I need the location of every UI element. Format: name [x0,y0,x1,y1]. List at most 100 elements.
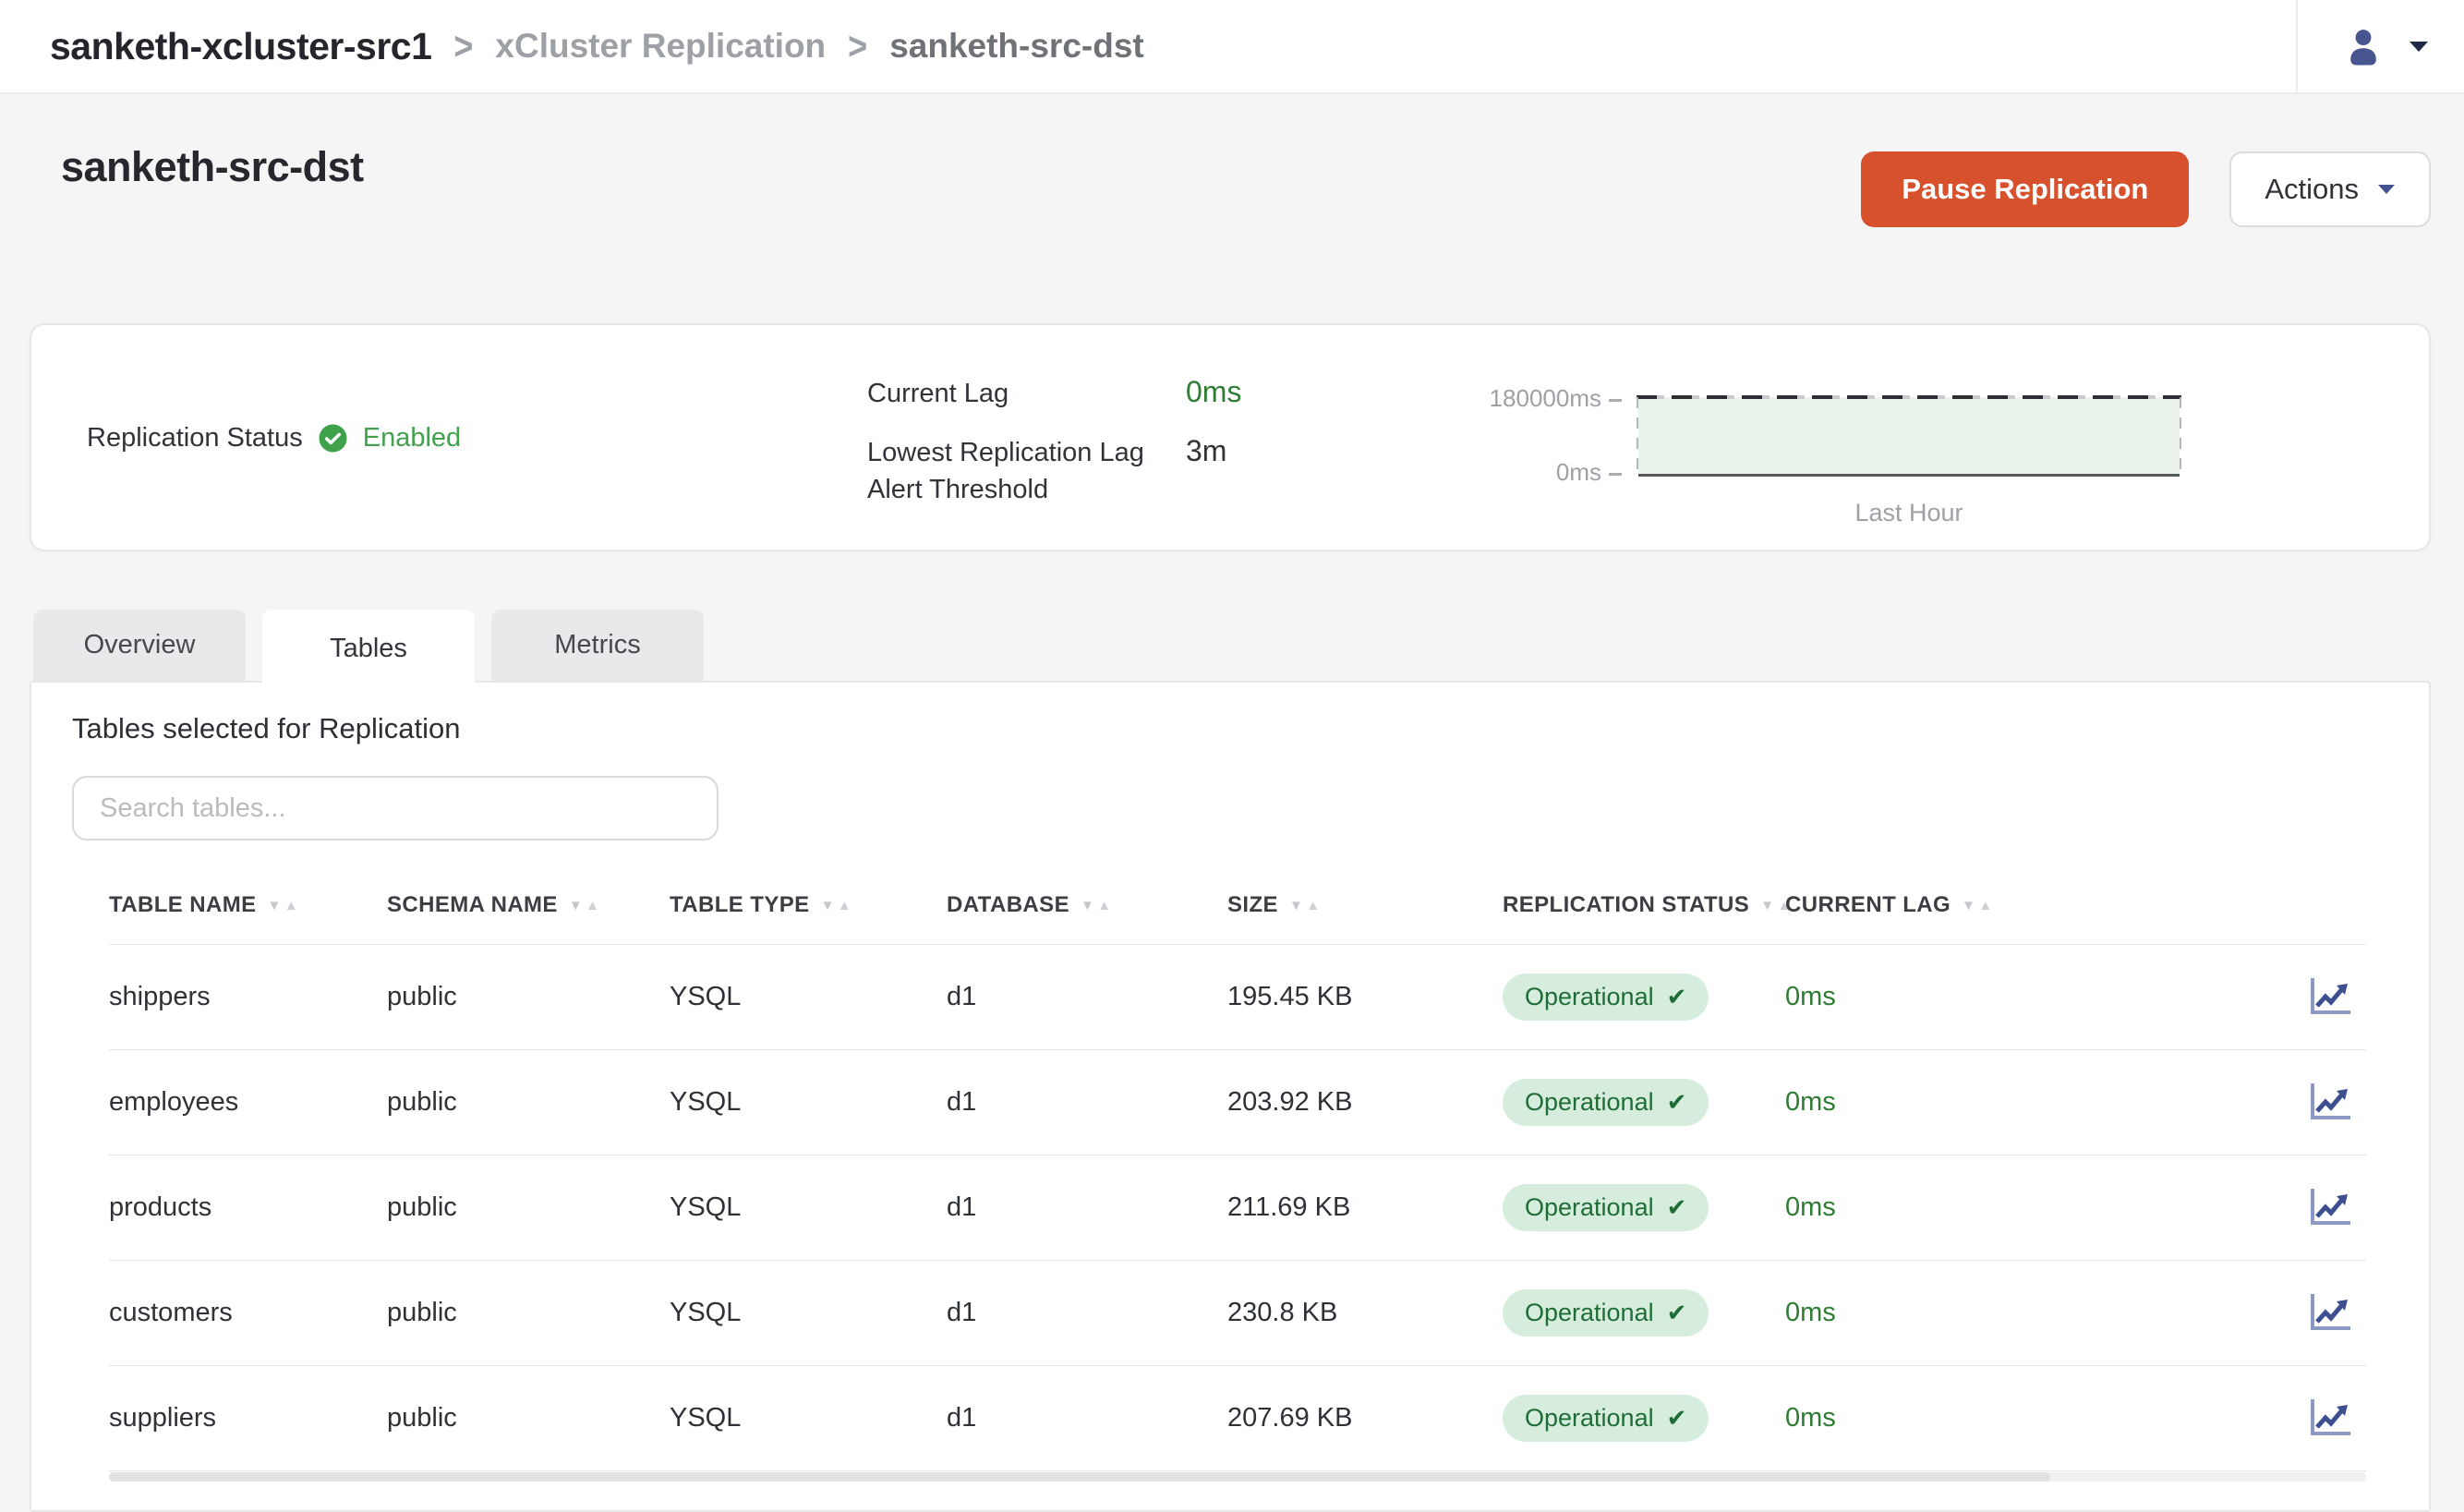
cell-schema-name: public [387,1403,670,1433]
cell-database: d1 [947,1192,1227,1223]
table-row-products: products public YSQL d1 211.69 KB Operat… [109,1155,2366,1261]
axis-tick [1609,399,1622,402]
replication-status-row: Replication Status Enabled [87,423,461,454]
cell-current-lag: 0ms [1785,1192,2194,1223]
badge-check-icon: ✔ [1667,1299,1687,1327]
scrollbar-thumb[interactable] [109,1472,2050,1482]
lag-series-line [1638,474,2180,477]
cell-table-type: YSQL [670,982,947,1012]
sort-icon[interactable]: ▼▲ [268,898,299,913]
column-header-table-name[interactable]: TABLE NAME ▼▲ [109,892,387,918]
cell-database: d1 [947,1403,1227,1433]
cell-database: d1 [947,982,1227,1012]
cell-schema-name: public [387,982,670,1012]
status-badge: Operational✔ [1503,1079,1709,1126]
lag-graph-icon[interactable] [2305,976,2366,1019]
lag-threshold-label: Lowest Replication Lag Alert Threshold [867,434,1144,508]
table-row-shippers: shippers public YSQL d1 195.45 KB Operat… [109,945,2366,1050]
column-header-database[interactable]: DATABASE ▼▲ [947,892,1227,918]
table-row-suppliers: suppliers public YSQL d1 207.69 KB Opera… [109,1366,2366,1471]
page-actions: Pause Replication Actions [1861,151,2431,227]
cell-table-name: suppliers [109,1403,387,1433]
breadcrumb-current-page: sanketh-src-dst [889,27,1144,66]
tab-metrics[interactable]: Metrics [491,610,704,681]
breadcrumb: sanketh-xcluster-src1 > xCluster Replica… [50,25,2296,68]
cell-table-name: products [109,1192,387,1223]
tables-panel: Tables selected for Replication TABLE NA… [30,681,2431,1512]
plot-border-left [1637,397,1638,476]
page-title: sanketh-src-dst [61,143,364,191]
breadcrumb-xcluster-link[interactable]: xCluster Replication [495,27,826,66]
tab-tables[interactable]: Tables [262,610,475,687]
cell-table-type: YSQL [670,1087,947,1118]
axis-tick [1609,473,1622,476]
search-tables-input[interactable] [72,776,719,841]
cell-schema-name: public [387,1298,670,1328]
cell-database: d1 [947,1087,1227,1118]
status-badge: Operational✔ [1503,1184,1709,1231]
column-header-schema-name[interactable]: SCHEMA NAME ▼▲ [387,892,670,918]
cell-current-lag: 0ms [1785,1087,2194,1118]
replication-tables-table: TABLE NAME ▼▲ SCHEMA NAME ▼▲ TABLE TYPE … [109,866,2366,1482]
cell-table-name: shippers [109,982,387,1012]
sort-icon[interactable]: ▼▲ [821,898,852,913]
user-profile-icon[interactable] [2342,25,2385,67]
column-header-current-lag[interactable]: CURRENT LAG ▼▲ [1785,892,2194,918]
enabled-check-icon [318,423,348,454]
column-header-size[interactable]: SIZE ▼▲ [1227,892,1503,918]
user-menu-area [2296,0,2429,92]
tab-overview[interactable]: Overview [33,610,246,681]
top-navigation-bar: sanketh-xcluster-src1 > xCluster Replica… [0,0,2464,94]
cell-size: 230.8 KB [1227,1298,1503,1328]
status-badge: Operational✔ [1503,1289,1709,1337]
cell-size: 195.45 KB [1227,982,1503,1012]
horizontal-scrollbar[interactable] [109,1472,2366,1482]
tab-bar: Overview Tables Metrics [33,610,704,687]
column-header-replication-status[interactable]: REPLICATION STATUS ▼▲ [1503,892,1785,918]
cell-size: 207.69 KB [1227,1403,1503,1433]
cell-current-lag: 0ms [1785,1403,2194,1433]
table-row-employees: employees public YSQL d1 203.92 KB Opera… [109,1050,2366,1155]
lag-graph-icon[interactable] [2305,1397,2366,1440]
breadcrumb-separator-icon: > [453,24,473,68]
current-lag-value: 0ms [1186,375,1241,409]
table-header-row: TABLE NAME ▼▲ SCHEMA NAME ▼▲ TABLE TYPE … [109,866,2366,945]
sort-icon[interactable]: ▼▲ [569,898,600,913]
chart-y-max-label: 180000ms [1372,384,1622,413]
column-header-table-type[interactable]: TABLE TYPE ▼▲ [670,892,947,918]
cell-table-type: YSQL [670,1298,947,1328]
sort-icon[interactable]: ▼▲ [1962,898,1993,913]
chart-x-axis-label: Last Hour [1638,499,2180,527]
breadcrumb-universe-link[interactable]: sanketh-xcluster-src1 [50,25,431,68]
status-badge: Operational✔ [1503,1395,1709,1442]
cell-database: d1 [947,1298,1227,1328]
lag-chart-plot-area [1638,397,2180,476]
breadcrumb-separator-icon: > [848,24,867,68]
replication-status-value: Enabled [363,423,461,454]
table-row-customers: customers public YSQL d1 230.8 KB Operat… [109,1261,2366,1366]
actions-button[interactable]: Actions [2229,151,2431,227]
replication-status-label: Replication Status [87,423,303,454]
user-menu-caret-icon[interactable] [2409,41,2429,53]
sort-icon[interactable]: ▼▲ [1081,898,1112,913]
lag-threshold-value: 3m [1186,434,1226,468]
cell-current-lag: 0ms [1785,982,2194,1012]
lag-threshold-label-line1: Lowest Replication Lag [867,434,1144,471]
cell-table-type: YSQL [670,1192,947,1223]
actions-caret-icon [2377,184,2396,195]
cell-size: 203.92 KB [1227,1087,1503,1118]
cell-table-type: YSQL [670,1403,947,1433]
chart-y-min-label: 0ms [1372,458,1622,487]
pause-replication-button[interactable]: Pause Replication [1861,151,2189,227]
sort-icon[interactable]: ▼▲ [1289,898,1321,913]
cell-schema-name: public [387,1087,670,1118]
threshold-dashed-line [1637,395,2181,399]
lag-graph-icon[interactable] [2305,1082,2366,1124]
cell-schema-name: public [387,1192,670,1223]
lag-graph-icon[interactable] [2305,1187,2366,1229]
cell-table-name: customers [109,1298,387,1328]
lag-graph-icon[interactable] [2305,1292,2366,1335]
status-badge: Operational✔ [1503,974,1709,1021]
current-lag-label: Current Lag [867,379,1009,409]
cell-table-name: employees [109,1087,387,1118]
